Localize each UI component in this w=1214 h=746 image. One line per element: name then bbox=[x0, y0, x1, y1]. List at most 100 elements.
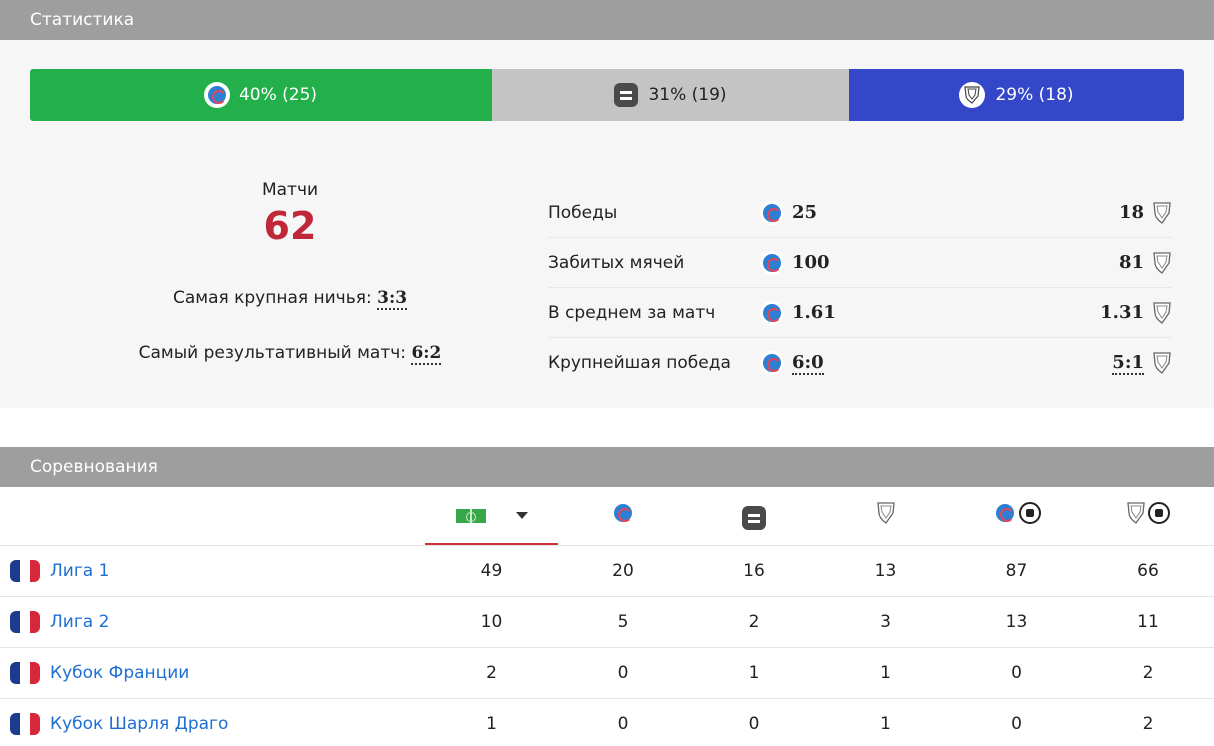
compare-row-wins: Победы 25 18 bbox=[548, 188, 1172, 238]
home-goals-cell: 0 bbox=[951, 646, 1082, 698]
home-value: 1.61 bbox=[792, 302, 836, 323]
away-value: 81 bbox=[1118, 252, 1144, 273]
ball-icon bbox=[1148, 502, 1170, 525]
away-wins-cell: 3 bbox=[820, 595, 951, 647]
competition-column-header bbox=[0, 487, 425, 545]
competition-link[interactable]: Кубок Франции bbox=[50, 663, 189, 683]
away-wins-column-header[interactable] bbox=[820, 487, 951, 545]
away-goals-cell: 66 bbox=[1082, 544, 1214, 596]
biggest-draw-label: Самая крупная ничья: bbox=[172, 288, 372, 308]
compare-label: В среднем за матч bbox=[548, 302, 716, 323]
france-flag-icon bbox=[10, 559, 40, 582]
draws-column-header[interactable] bbox=[688, 487, 820, 545]
competition-link[interactable]: Лига 2 bbox=[50, 612, 109, 632]
competitions-title: Соревнования bbox=[30, 457, 158, 477]
draw-icon bbox=[614, 83, 639, 107]
matches-label: Матчи bbox=[261, 180, 319, 200]
home-goals-cell: 13 bbox=[951, 595, 1082, 647]
biggest-draw-score[interactable]: 3:3 bbox=[377, 288, 408, 310]
away-team-shield-icon bbox=[876, 502, 895, 525]
compare-label: Победы bbox=[548, 202, 618, 223]
draws-segment: 31% (19) bbox=[492, 69, 849, 121]
competition-link[interactable]: Лига 1 bbox=[50, 561, 109, 581]
most-goals-match: Самый результативный матч: 6:2 bbox=[0, 343, 580, 365]
away-wins-segment: 29% (18) bbox=[849, 69, 1184, 121]
away-wins-pct: 29% (18) bbox=[995, 85, 1074, 105]
sort-caret-icon bbox=[515, 512, 528, 520]
draw-icon bbox=[742, 506, 766, 530]
home-wins-cell: 0 bbox=[558, 697, 688, 746]
away-value: 1.31 bbox=[1100, 302, 1144, 323]
compare-row-biggest-win: Крупнейшая победа 6:0 5:1 bbox=[548, 338, 1172, 388]
compare-label: Крупнейшая победа bbox=[548, 353, 731, 373]
away-goals-cell: 2 bbox=[1082, 646, 1214, 698]
home-team-logo-icon bbox=[204, 83, 229, 107]
stats-title: Статистика bbox=[30, 10, 135, 30]
france-flag-icon bbox=[10, 661, 40, 684]
matches-cell: 10 bbox=[425, 595, 558, 647]
away-wins-cell: 1 bbox=[820, 646, 951, 698]
home-wins-column-header[interactable] bbox=[558, 487, 688, 545]
table-row: Лига 1 49 20 16 13 87 66 bbox=[0, 544, 1214, 596]
home-wins-cell: 20 bbox=[558, 544, 688, 596]
away-value[interactable]: 5:1 bbox=[1112, 352, 1144, 375]
pitch-icon bbox=[455, 508, 486, 523]
home-team-logo-icon bbox=[760, 351, 784, 375]
home-value: 25 bbox=[792, 202, 818, 223]
draws-cell: 0 bbox=[688, 697, 820, 746]
draws-cell: 2 bbox=[688, 595, 820, 647]
away-goals-cell: 11 bbox=[1082, 595, 1214, 647]
compare-row-goals: Забитых мячей 100 81 bbox=[548, 238, 1172, 288]
away-team-shield-icon bbox=[1153, 251, 1171, 274]
head-to-head-comparison: Победы 25 18 Забитых мячей 100 81 В сред… bbox=[548, 188, 1172, 388]
home-wins-pct: 40% (25) bbox=[238, 85, 318, 105]
draws-pct: 31% (19) bbox=[648, 85, 727, 105]
home-wins-cell: 0 bbox=[558, 646, 688, 698]
france-flag-icon bbox=[10, 712, 40, 735]
home-goals-column-header[interactable] bbox=[951, 487, 1082, 545]
competitions-table: Лига 1 49 20 16 13 87 66 Лига 2 10 5 2 3… bbox=[0, 487, 1214, 746]
most-goals-score[interactable]: 6:2 bbox=[411, 343, 442, 365]
table-row: Кубок Франции 2 0 1 1 0 2 bbox=[0, 646, 1214, 698]
stats-section-header: Статистика bbox=[0, 0, 1214, 40]
away-wins-cell: 1 bbox=[820, 697, 951, 746]
home-goals-cell: 87 bbox=[951, 544, 1082, 596]
stats-panel: 40% (25) 31% (19) 29% (18) Матчи 62 Сама… bbox=[0, 40, 1214, 408]
ball-icon bbox=[1018, 502, 1041, 525]
draws-cell: 16 bbox=[688, 544, 820, 596]
away-team-shield-icon bbox=[1127, 502, 1145, 525]
matches-total: Матчи 62 bbox=[0, 180, 580, 248]
home-wins-segment: 40% (25) bbox=[30, 69, 492, 121]
home-wins-cell: 5 bbox=[558, 595, 688, 647]
table-row: Кубок Шарля Драго 1 0 0 1 0 2 bbox=[0, 697, 1214, 746]
compare-row-average: В среднем за матч 1.61 1.31 bbox=[548, 288, 1172, 338]
competition-link[interactable]: Кубок Шарля Драго bbox=[50, 714, 228, 734]
away-wins-cell: 13 bbox=[820, 544, 951, 596]
matches-count: 62 bbox=[263, 204, 317, 248]
matches-column-header[interactable] bbox=[425, 487, 558, 545]
home-value[interactable]: 6:0 bbox=[792, 352, 824, 375]
home-goals-cell: 0 bbox=[951, 697, 1082, 746]
home-team-logo-icon bbox=[760, 300, 784, 325]
away-goals-column-header[interactable] bbox=[1082, 487, 1214, 545]
france-flag-icon bbox=[10, 610, 40, 633]
home-team-logo-icon bbox=[760, 200, 784, 225]
competitions-section-header: Соревнования bbox=[0, 447, 1214, 487]
biggest-draw: Самая крупная ничья: 3:3 bbox=[0, 288, 580, 310]
compare-label: Забитых мячей bbox=[548, 252, 685, 273]
away-value: 18 bbox=[1118, 202, 1144, 223]
away-goals-cell: 2 bbox=[1082, 697, 1214, 746]
result-distribution-bar: 40% (25) 31% (19) 29% (18) bbox=[30, 69, 1184, 121]
home-team-logo-icon bbox=[992, 501, 1017, 526]
away-team-logo-icon bbox=[959, 82, 986, 108]
home-team-logo-icon bbox=[760, 250, 784, 275]
home-team-logo-icon bbox=[611, 501, 635, 526]
matches-cell: 2 bbox=[425, 646, 558, 698]
most-goals-label: Самый результативный матч: bbox=[138, 343, 407, 363]
draws-cell: 1 bbox=[688, 646, 820, 698]
home-value: 100 bbox=[792, 252, 830, 273]
away-team-shield-icon bbox=[1153, 301, 1171, 324]
matches-cell: 49 bbox=[425, 544, 558, 596]
away-team-shield-icon bbox=[1153, 201, 1171, 224]
matches-cell: 1 bbox=[425, 697, 558, 746]
